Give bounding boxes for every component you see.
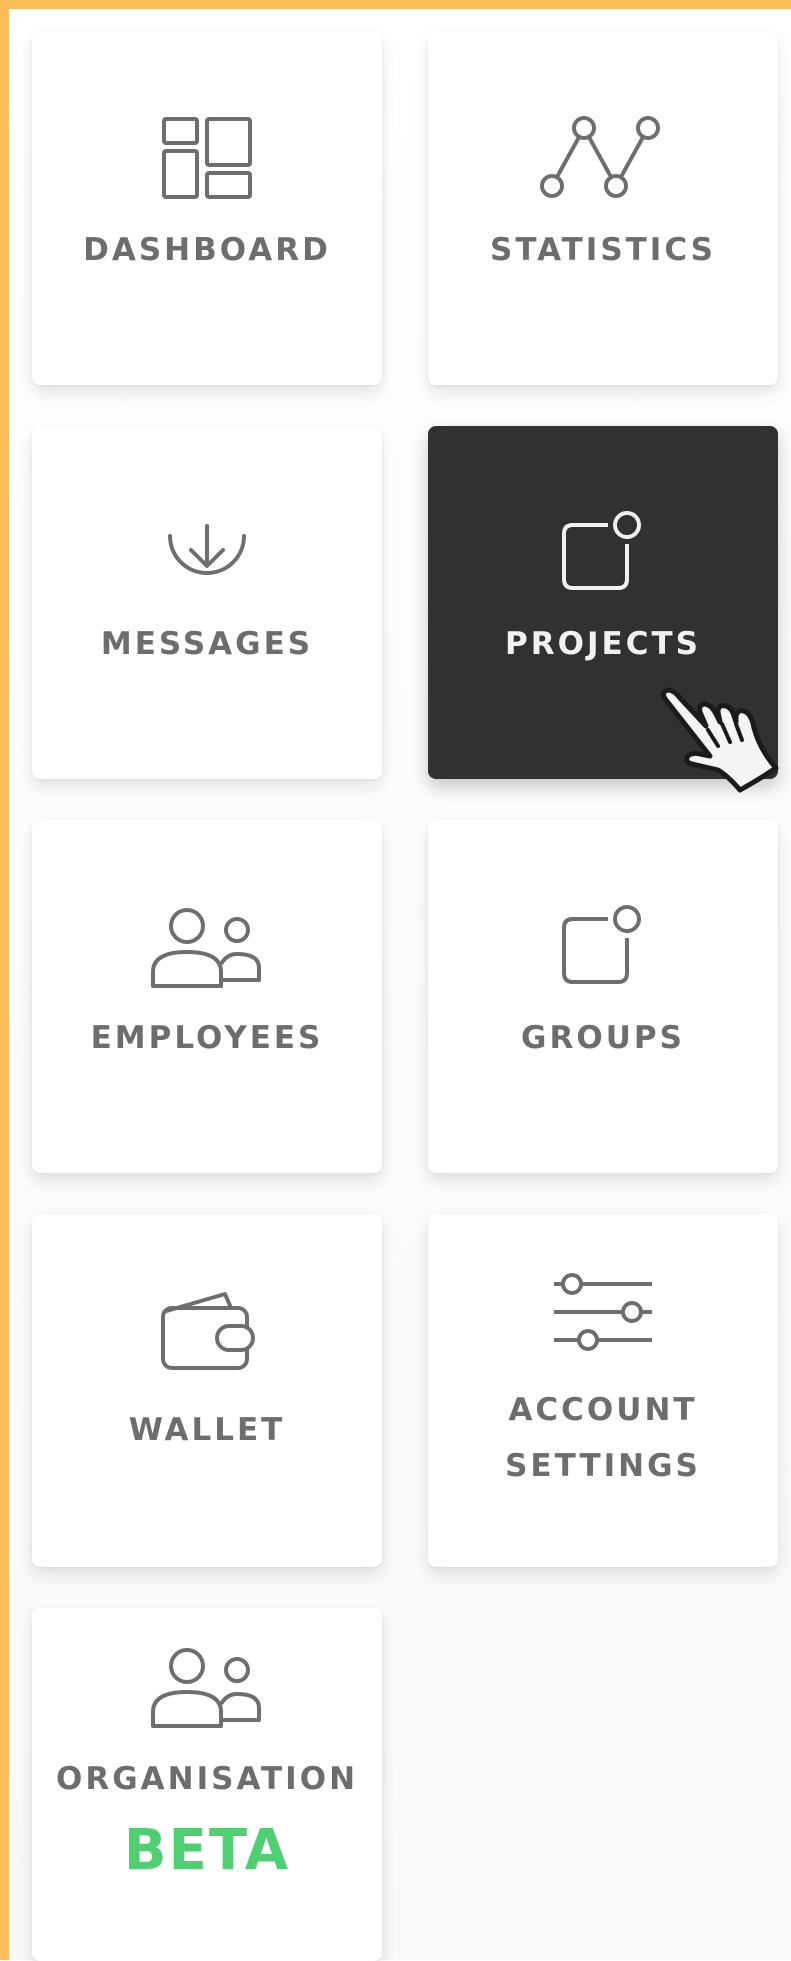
tile-label-projects: PROJECTS: [505, 626, 701, 662]
app-frame: DASHBOARD STATISTICS MESSAGES PROJECTS E…: [0, 0, 791, 1961]
tile-label-organisation: ORGANISATION: [55, 1761, 359, 1797]
tile-dashboard[interactable]: DASHBOARD: [32, 32, 382, 385]
tile-label-dashboard: DASHBOARD: [83, 232, 331, 268]
tile-account-settings[interactable]: ACCOUNT SETTINGS: [428, 1214, 778, 1567]
beta-badge: BETA: [123, 1818, 291, 1883]
tile-label-wallet: WALLET: [128, 1412, 286, 1448]
people-icon: [32, 906, 382, 990]
tile-label-messages: MESSAGES: [100, 626, 314, 662]
tile-groups[interactable]: GROUPS: [428, 820, 778, 1173]
tile-label-statistics: STATISTICS: [490, 232, 716, 268]
tile-label-account-settings: ACCOUNT SETTINGS: [428, 1382, 778, 1494]
tile-employees[interactable]: EMPLOYEES: [32, 820, 382, 1173]
sliders-icon: [428, 1272, 778, 1352]
project-square-icon: [428, 509, 778, 595]
organisation-people-icon: [32, 1646, 382, 1730]
group-square-icon: [428, 903, 778, 989]
inbox-download-icon: [32, 524, 382, 594]
tile-statistics[interactable]: STATISTICS: [428, 32, 778, 385]
tile-projects[interactable]: PROJECTS: [428, 426, 778, 779]
dashboard-icon: [32, 114, 382, 202]
tile-label-settings: SETTINGS: [505, 1448, 701, 1484]
tile-label-employees: EMPLOYEES: [90, 1020, 324, 1056]
tile-wallet[interactable]: WALLET: [32, 1214, 382, 1567]
tile-label-account: ACCOUNT: [508, 1392, 698, 1428]
tile-messages[interactable]: MESSAGES: [32, 426, 382, 779]
tile-label-groups: GROUPS: [521, 1020, 685, 1056]
wallet-icon: [32, 1288, 382, 1372]
tile-organisation[interactable]: ORGANISATION BETA: [32, 1608, 382, 1961]
line-chart-icon: [428, 114, 778, 198]
